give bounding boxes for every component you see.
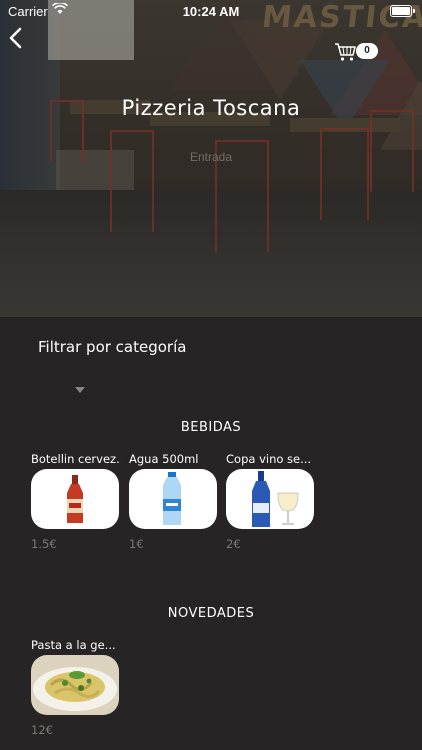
product-card[interactable]: Copa vino se... 2€: [226, 451, 316, 551]
product-image: [226, 469, 314, 529]
restaurant-title: Pizzeria Toscana: [121, 96, 301, 120]
caret-down-icon: [75, 387, 85, 393]
product-card[interactable]: Agua 500ml 1€: [129, 451, 219, 551]
clock: 10:24 AM: [182, 4, 240, 19]
product-name: Pasta a la ge...: [31, 638, 116, 652]
product-price: 2€: [226, 537, 241, 551]
section-title-novedades: NOVEDADES: [167, 606, 255, 621]
back-button[interactable]: [4, 24, 32, 52]
filter-label: Filtrar por categoría: [38, 338, 187, 356]
wine-glass-icon: [252, 471, 299, 527]
cart-button[interactable]: 0: [334, 42, 380, 64]
product-image: [31, 469, 119, 529]
chevron-left-icon: [9, 27, 22, 49]
pasta-dish-icon: [33, 667, 117, 711]
battery-icon: [390, 5, 415, 17]
water-bottle-icon: [163, 472, 181, 525]
product-price: 12€: [31, 723, 53, 737]
beer-bottle-icon: [67, 475, 83, 523]
category-filter-dropdown[interactable]: [38, 372, 138, 402]
shopping-cart-icon: [335, 43, 356, 61]
product-image: [129, 469, 217, 529]
status-bar: Carrier 10:24 AM: [0, 0, 422, 22]
product-name: Copa vino se...: [226, 452, 312, 466]
product-card[interactable]: Botellin cervez... 1.5€: [31, 451, 121, 551]
product-card[interactable]: Pasta a la ge... 12€: [31, 637, 121, 737]
product-name: Botellin cervez...: [31, 452, 121, 466]
product-image: [31, 655, 119, 715]
product-name: Agua 500ml: [129, 452, 199, 466]
entrance-label: Entrada: [189, 150, 233, 164]
product-price: 1€: [129, 537, 144, 551]
product-price: 1.5€: [31, 537, 57, 551]
cart-count-badge: 0: [356, 43, 378, 59]
section-title-bebidas: BEBIDAS: [180, 420, 242, 435]
